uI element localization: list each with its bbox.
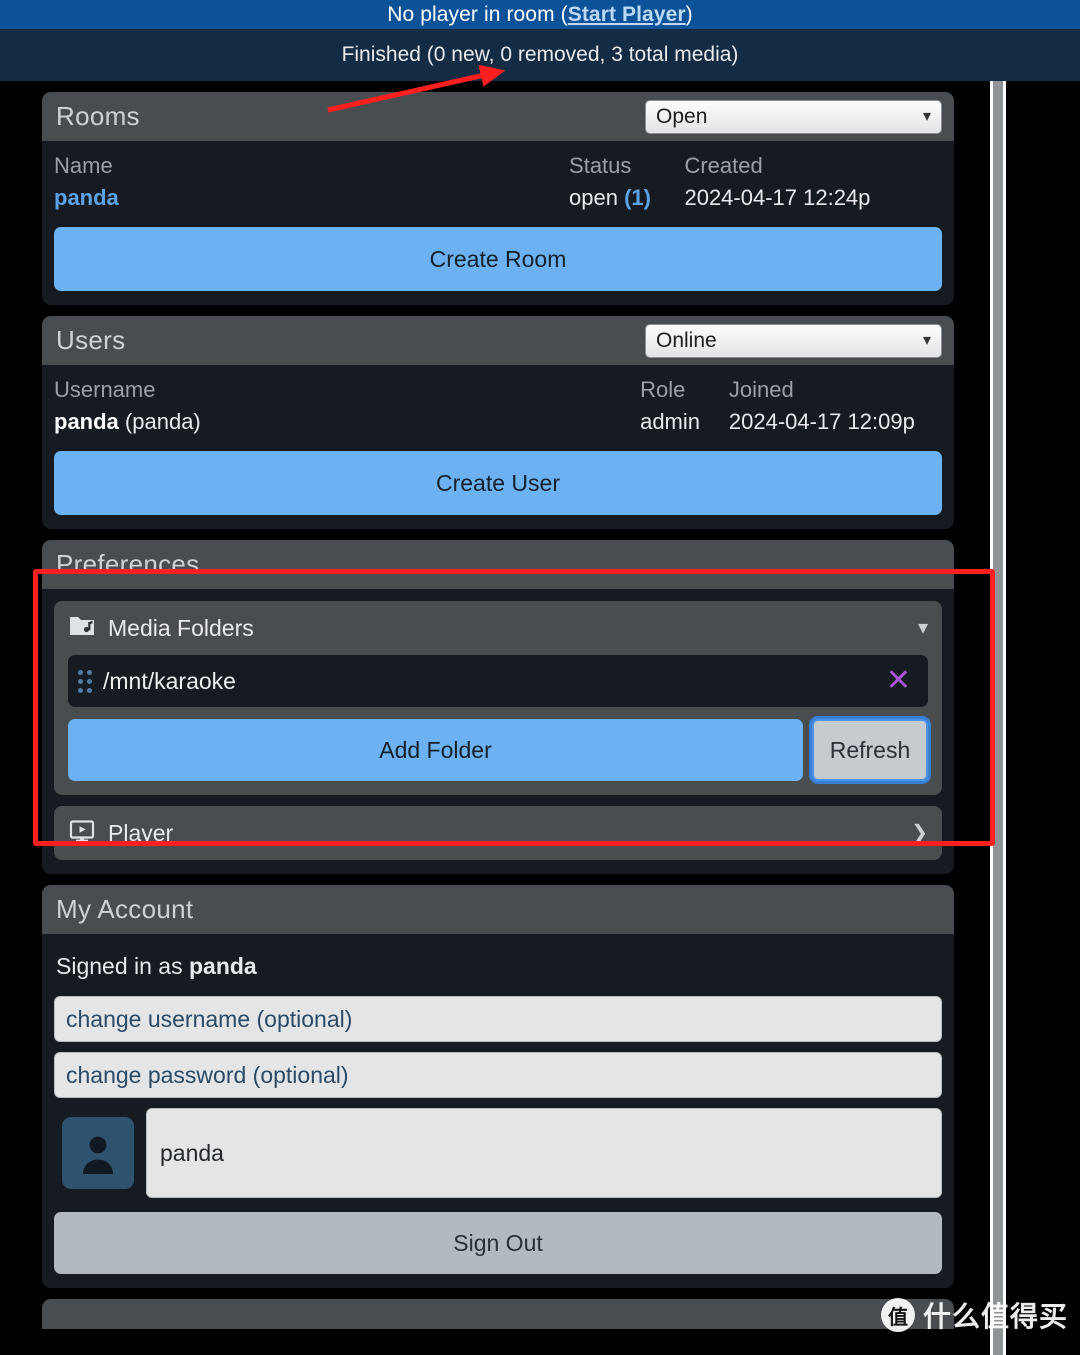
users-cell-username: panda (panda) <box>54 405 640 451</box>
user-alias: (panda) <box>124 409 201 434</box>
users-panel: Users Online ▾ Username Role Joined pand… <box>42 316 954 529</box>
avatar[interactable] <box>62 1117 134 1189</box>
table-row[interactable]: panda (panda) admin 2024-04-17 12:09p <box>54 405 942 451</box>
users-panel-body: Username Role Joined panda (panda) admin… <box>42 365 954 529</box>
my-account-panel-body: Signed in as panda Sign Out <box>42 934 954 1288</box>
rooms-col-status: Status <box>569 153 632 178</box>
rooms-filter-select[interactable]: Open ▾ <box>645 99 942 134</box>
users-col-joined: Joined <box>728 377 794 402</box>
users-cell-joined: 2024-04-17 12:09p <box>728 409 915 434</box>
rooms-panel-header: Rooms Open ▾ <box>42 92 954 141</box>
scan-status-text: Finished (0 new, 0 removed, 3 total medi… <box>341 43 739 66</box>
music-folder-icon <box>68 614 96 643</box>
users-cell-role: admin <box>640 409 700 434</box>
folder-item-left: /mnt/karaoke <box>78 668 236 695</box>
vertical-scrollbar-track[interactable] <box>986 81 1018 1355</box>
my-account-title: My Account <box>56 894 194 924</box>
users-col-role: Role <box>640 377 686 402</box>
user-avatar-icon <box>83 1136 113 1174</box>
media-folders-list: /mnt/karaoke ✕ Add Folder Refresh <box>54 655 942 795</box>
users-table-header-row: Username Role Joined <box>54 365 942 405</box>
rooms-title: Rooms <box>56 101 140 131</box>
player-status-suffix: ) <box>685 2 693 26</box>
rooms-table-header-row: Name Status Created <box>54 141 942 181</box>
display-name-input[interactable] <box>146 1108 942 1198</box>
refresh-button[interactable]: Refresh <box>812 719 928 781</box>
preferences-title: Preferences <box>56 549 200 579</box>
rooms-col-name: Name <box>54 153 113 178</box>
app-root: No player in room (Start Player) Finishe… <box>0 0 1080 1355</box>
right-gutter <box>1018 81 1080 1355</box>
change-password-input[interactable] <box>54 1052 942 1098</box>
next-panel-stub <box>42 1299 954 1329</box>
media-folders-actions: Add Folder Refresh <box>68 719 928 781</box>
player-preferences-row[interactable]: Player ❯ <box>54 806 942 860</box>
table-row[interactable]: panda open (1) 2024-04-17 12:24p <box>54 181 942 227</box>
vertical-scrollbar-thumb[interactable] <box>990 81 1006 1355</box>
player-preferences-label: Player <box>108 819 174 846</box>
user-name: panda <box>54 409 119 434</box>
rooms-cell-created: 2024-04-17 12:24p <box>684 185 871 210</box>
media-folders-row-left: Media Folders <box>68 614 254 643</box>
signed-in-username: panda <box>188 953 257 979</box>
rooms-cell-status: open (1) <box>569 181 684 227</box>
monitor-play-icon <box>68 819 96 848</box>
change-username-input[interactable] <box>54 996 942 1042</box>
media-folders-toggle[interactable]: Media Folders ▾ <box>54 601 942 655</box>
my-account-panel-header: My Account <box>42 885 954 934</box>
preferences-panel-header: Preferences <box>42 540 954 589</box>
watermark: 值 什么值得买 <box>880 1295 1068 1335</box>
folder-path-text: /mnt/karaoke <box>103 667 236 694</box>
start-player-link[interactable]: Start Player <box>568 3 686 27</box>
sign-out-button[interactable]: Sign Out <box>54 1212 942 1274</box>
media-folders-card: Media Folders ▾ /mnt/karaoke ✕ Add Folde… <box>54 601 942 795</box>
settings-scroll-column: Rooms Open ▾ Name Status Created panda o… <box>0 81 986 1355</box>
signed-in-status: Signed in as panda <box>54 934 942 996</box>
watermark-text: 什么值得买 <box>922 1300 1068 1333</box>
users-col-username: Username <box>54 377 156 402</box>
player-status-prefix: No player in room ( <box>387 2 568 26</box>
watermark-badge: 值 <box>880 1298 915 1332</box>
room-occupant-count: (1) <box>624 185 651 210</box>
room-name-link[interactable]: panda <box>54 185 119 210</box>
rooms-table: Name Status Created panda open (1) 2024-… <box>54 141 942 227</box>
signed-in-prefix: Signed in as <box>56 953 189 979</box>
room-status: open <box>569 185 618 210</box>
avatar-row <box>62 1108 942 1198</box>
media-folders-label: Media Folders <box>108 614 254 641</box>
add-folder-button[interactable]: Add Folder <box>68 719 803 781</box>
player-status-bar: No player in room (Start Player) <box>0 0 1080 29</box>
scan-status-bar: Finished (0 new, 0 removed, 3 total medi… <box>0 29 1080 81</box>
rooms-cell-name: panda <box>54 181 569 227</box>
rooms-panel: Rooms Open ▾ Name Status Created panda o… <box>42 92 954 305</box>
rooms-col-created: Created <box>684 153 763 178</box>
create-room-button[interactable]: Create Room <box>54 227 942 291</box>
rooms-panel-body: Name Status Created panda open (1) 2024-… <box>42 141 954 305</box>
create-user-button[interactable]: Create User <box>54 451 942 515</box>
preferences-panel-body: Media Folders ▾ /mnt/karaoke ✕ Add Folde… <box>42 601 954 874</box>
users-panel-header: Users Online ▾ <box>42 316 954 365</box>
my-account-panel: My Account Signed in as panda change use… <box>42 885 954 1288</box>
list-item[interactable]: /mnt/karaoke ✕ <box>68 655 928 707</box>
rooms-filter-value: Open <box>656 104 708 128</box>
drag-handle-icon[interactable] <box>78 669 92 693</box>
close-icon[interactable]: ✕ <box>883 666 914 696</box>
chevron-down-icon: ▾ <box>922 331 931 349</box>
chevron-right-icon: ❯ <box>911 822 928 844</box>
users-title: Users <box>56 325 126 355</box>
chevron-down-icon: ▾ <box>917 617 928 639</box>
preferences-panel: Preferences Media Folders ▾ /mnt/karaoke… <box>42 540 954 874</box>
users-filter-value: Online <box>656 328 717 352</box>
users-filter-select[interactable]: Online ▾ <box>645 323 942 358</box>
chevron-down-icon: ▾ <box>922 107 931 125</box>
users-table: Username Role Joined panda (panda) admin… <box>54 365 942 451</box>
player-row-left: Player <box>68 819 173 848</box>
